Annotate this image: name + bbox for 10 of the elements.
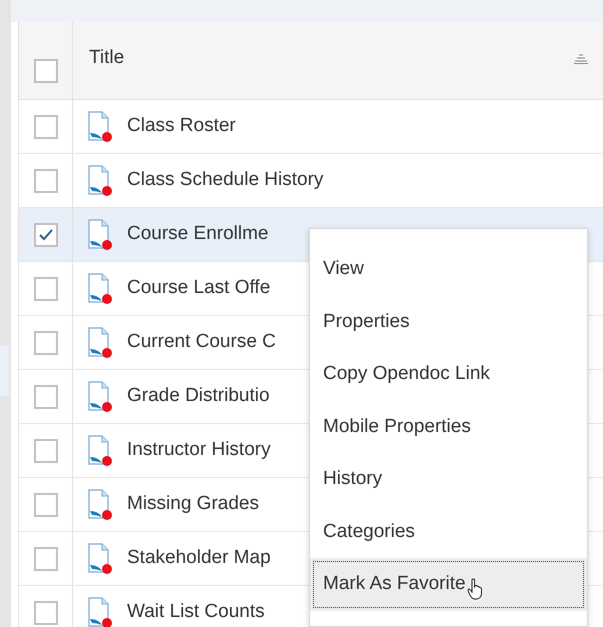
report-title: Class Roster (127, 114, 236, 138)
report-title: Current Course C (127, 330, 276, 354)
report-title: Instructor History (127, 438, 271, 462)
report-title: Grade Distributio (127, 384, 270, 408)
report-title: Course Enrollme (127, 222, 268, 246)
report-title: Wait List Counts (127, 600, 265, 624)
report-title: Class Schedule History (127, 168, 324, 192)
report-title: Course Last Offe (127, 276, 270, 300)
report-title: Missing Grades (127, 492, 259, 516)
report-title: Stakeholder Map (127, 546, 271, 570)
